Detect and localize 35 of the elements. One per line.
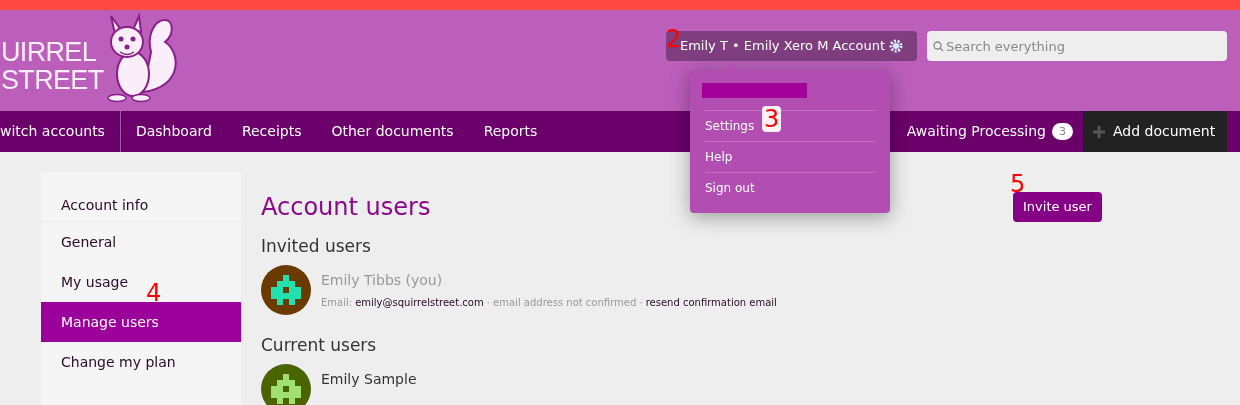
- nav-link[interactable]: Other documents: [316, 111, 469, 152]
- user-name: Emily Tibbs (you): [321, 271, 444, 290]
- section-heading: Invited users: [261, 235, 372, 258]
- switch-accounts-link[interactable]: witch accounts: [0, 111, 121, 152]
- menu-item[interactable]: Help: [705, 141, 875, 172]
- sidebar-item[interactable]: My usage: [61, 271, 129, 293]
- resend-link[interactable]: resend confirmation email: [645, 295, 777, 310]
- email-address: emily@squirrelstreet.com: [355, 296, 484, 310]
- sidebar-item[interactable]: Change my plan: [61, 351, 176, 373]
- logo-text: UIRREL: [1, 38, 97, 66]
- email-label: Email:: [321, 296, 353, 310]
- gear-icon: [889, 39, 903, 53]
- sidebar-header: Account info: [41, 172, 241, 222]
- invite-user-button[interactable]: Invite user: [1013, 192, 1102, 222]
- menu-item[interactable]: Sign out: [705, 172, 875, 203]
- add-document-button[interactable]: Add document: [1083, 111, 1227, 152]
- section-heading: Current users: [261, 334, 378, 357]
- nav-link[interactable]: Receipts: [226, 111, 317, 152]
- user-name: Emily Sample: [321, 370, 417, 389]
- page-title: Account users: [261, 192, 431, 222]
- sidebar-item[interactable]: General: [61, 231, 117, 253]
- annotation-number: 3: [762, 106, 782, 132]
- search-field[interactable]: Search everything: [927, 31, 1227, 61]
- awaiting-processing-link[interactable]: Awaiting Processing 3: [896, 111, 1083, 152]
- annotation-number: 4: [146, 281, 162, 305]
- count-badge: 3: [1052, 123, 1073, 140]
- nav-link[interactable]: Reports: [468, 111, 553, 152]
- user-avatar: [261, 364, 311, 405]
- logo-text: STREET: [1, 66, 104, 94]
- confirmation-note: · email address not confirmed ·: [486, 296, 643, 310]
- nav-link[interactable]: Dashboard: [120, 111, 227, 152]
- sidebar-item[interactable]: Manage users: [61, 311, 159, 333]
- search-icon: [933, 41, 944, 52]
- plus-icon: [1093, 125, 1105, 138]
- user-avatar: [261, 265, 311, 315]
